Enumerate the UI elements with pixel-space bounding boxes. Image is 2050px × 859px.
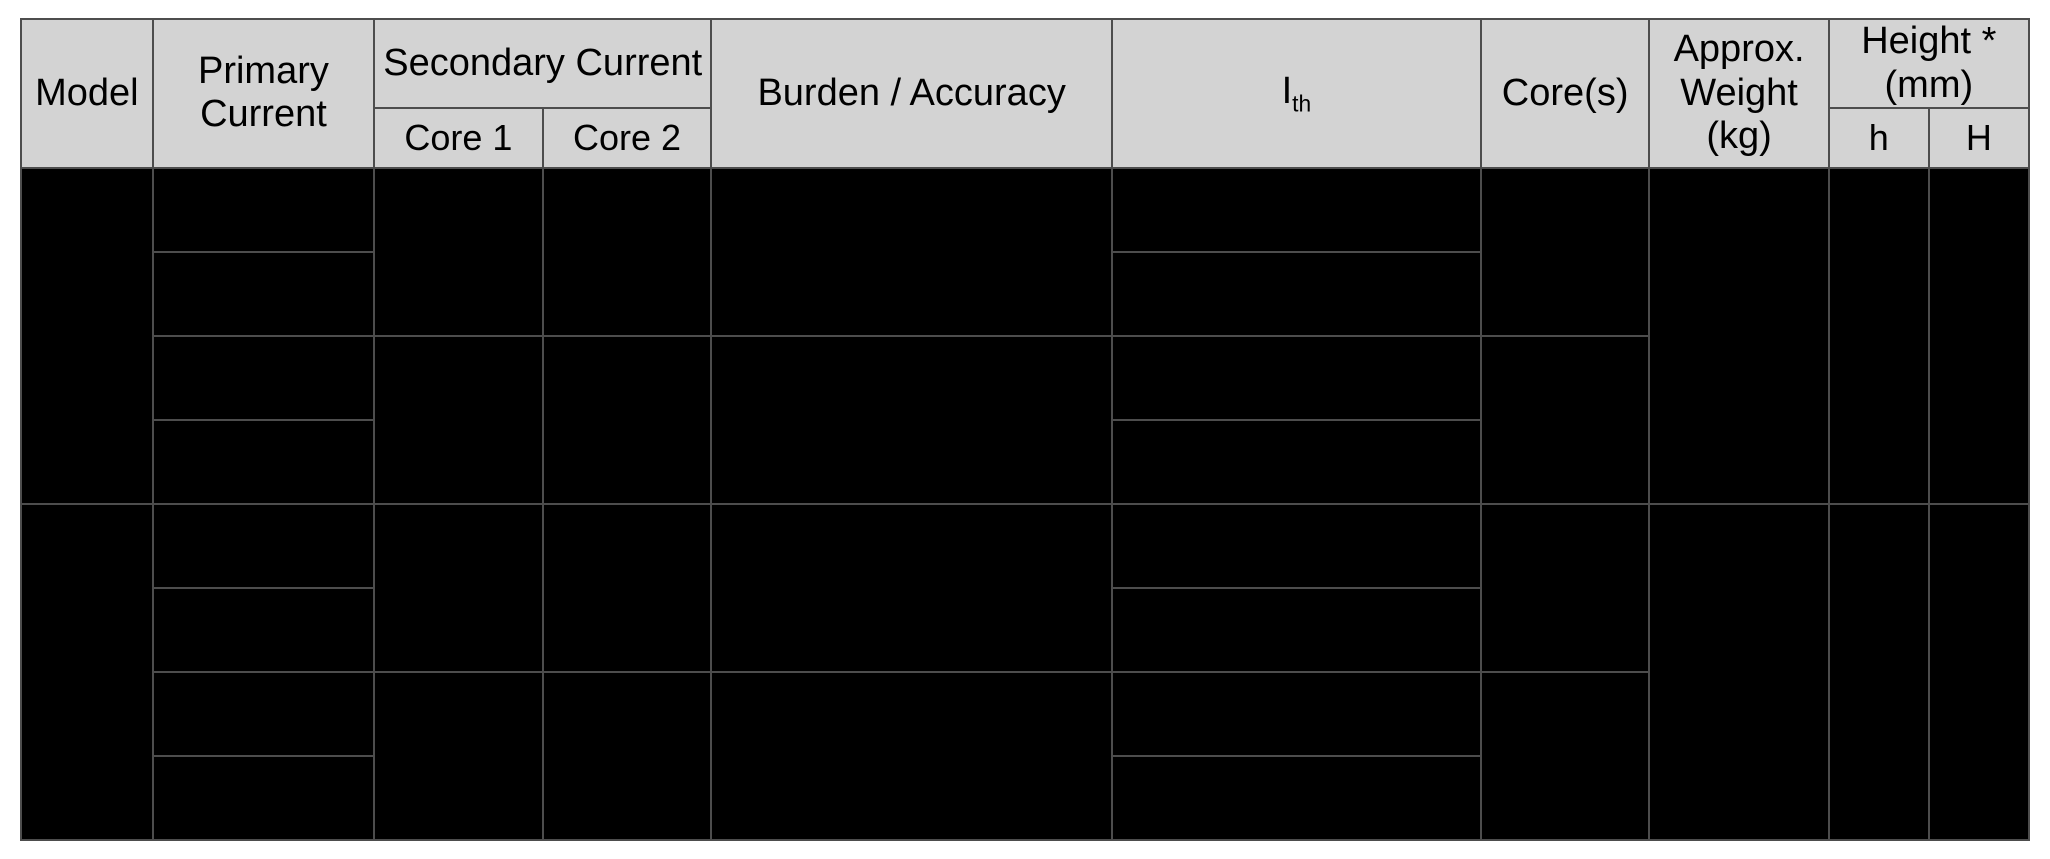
cell-primary [153,252,374,336]
col-height-h: h [1829,108,1929,167]
cell-ith [1112,252,1481,336]
cell-cores [1481,336,1650,504]
cell-model [21,168,153,504]
cell-ith [1112,504,1481,588]
cell-ith [1112,168,1481,252]
cell-primary [153,756,374,840]
cell-core2 [543,672,712,840]
cell-primary [153,588,374,672]
cell-burden [711,168,1112,336]
col-ith: Ith [1112,19,1481,168]
col-height-group: Height * (mm) [1829,19,2029,108]
cell-burden [711,336,1112,504]
cell-height-h [1829,168,1929,504]
col-core2: Core 2 [543,108,712,167]
spec-table: Model Primary Current Secondary Current … [20,18,2030,841]
cell-ith [1112,336,1481,420]
col-cores: Core(s) [1481,19,1650,168]
cell-primary [153,420,374,504]
cell-core1 [374,336,543,504]
col-core1: Core 1 [374,108,543,167]
cell-weight [1649,168,1828,504]
cell-primary [153,336,374,420]
cell-ith [1112,420,1481,504]
col-burden-accuracy: Burden / Accuracy [711,19,1112,168]
cell-cores [1481,504,1650,672]
cell-primary [153,168,374,252]
cell-primary [153,672,374,756]
cell-core1 [374,168,543,336]
cell-burden [711,504,1112,672]
cell-cores [1481,168,1650,336]
table-row [21,168,2029,252]
cell-height-h [1829,504,1929,840]
cell-core1 [374,504,543,672]
table-body [21,168,2029,840]
cell-core2 [543,168,712,336]
cell-primary [153,504,374,588]
col-weight: Approx. Weight (kg) [1649,19,1828,168]
col-secondary-current: Secondary Current [374,19,711,108]
col-height-H: H [1929,108,2029,167]
table-row [21,504,2029,588]
cell-height-H [1929,504,2029,840]
cell-ith [1112,756,1481,840]
cell-ith [1112,588,1481,672]
cell-cores [1481,672,1650,840]
cell-ith [1112,672,1481,756]
cell-burden [711,672,1112,840]
col-model: Model [21,19,153,168]
cell-height-H [1929,168,2029,504]
cell-weight [1649,504,1828,840]
cell-core1 [374,672,543,840]
col-primary-current: Primary Current [153,19,374,168]
cell-core2 [543,504,712,672]
cell-core2 [543,336,712,504]
cell-model [21,504,153,840]
